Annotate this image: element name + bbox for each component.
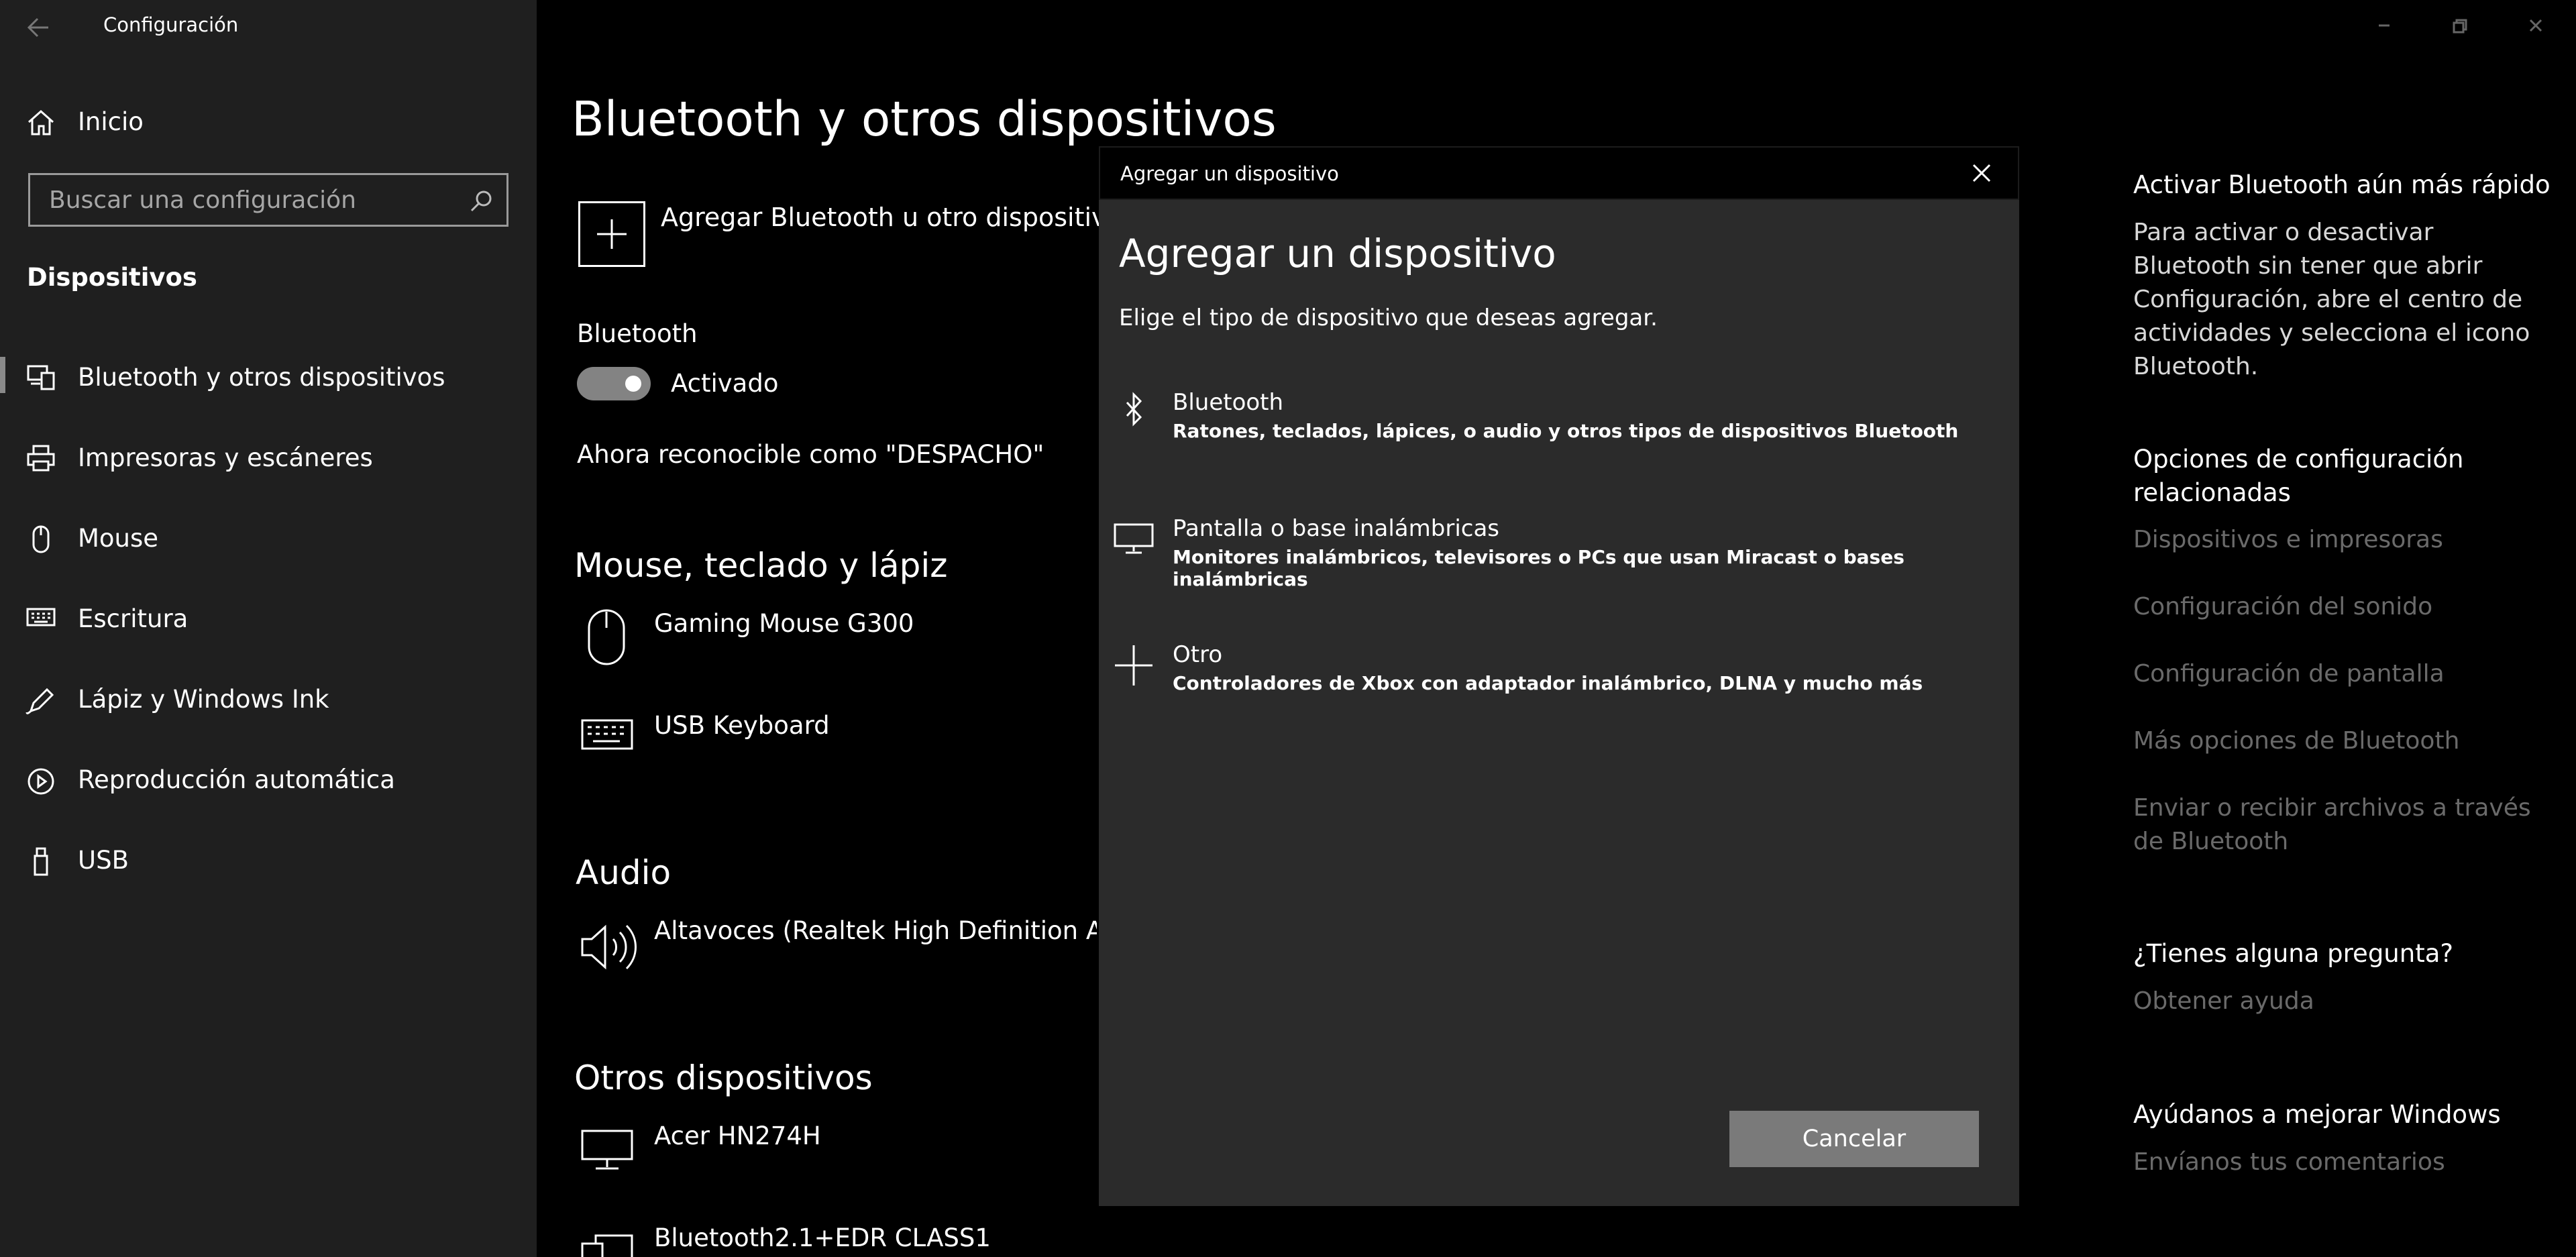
search-input[interactable]: Buscar una configuración	[28, 173, 508, 227]
bluetooth-toggle[interactable]	[577, 367, 651, 400]
section-audio-title: Audio	[576, 853, 672, 892]
option-title: Bluetooth	[1173, 389, 1284, 416]
device-acer-monitor[interactable]: Acer HN274H	[654, 1122, 821, 1150]
link-more-bluetooth[interactable]: Más opciones de Bluetooth	[2133, 724, 2459, 758]
sidebar-item-label: Reproducción automática	[78, 765, 395, 794]
link-devices-printers[interactable]: Dispositivos e impresoras	[2133, 523, 2443, 557]
add-device-label[interactable]: Agregar Bluetooth u otro dispositivo	[661, 203, 1122, 232]
option-bluetooth[interactable]: Bluetooth Ratones, teclados, lápices, o …	[1099, 389, 2019, 476]
dialog-close-button[interactable]	[1970, 161, 1994, 185]
pen-icon	[25, 686, 56, 716]
restore-icon	[2453, 19, 2467, 34]
improve-windows-title: Ayúdanos a mejorar Windows	[2133, 1100, 2501, 1129]
section-other-title: Otros dispositivos	[574, 1058, 873, 1097]
home-icon	[25, 107, 56, 138]
mouse-icon	[25, 525, 56, 555]
home-label: Inicio	[78, 107, 144, 136]
bluetooth-state: Activado	[671, 369, 779, 398]
device-usb-keyboard[interactable]: USB Keyboard	[654, 711, 830, 740]
device-bluetooth-class1[interactable]: Bluetooth2.1+EDR CLASS1	[654, 1223, 991, 1252]
section-mouse-keyboard-title: Mouse, teclado y lápiz	[574, 546, 948, 585]
back-arrow-icon	[27, 17, 48, 38]
add-device-button[interactable]	[578, 201, 645, 267]
device-speakers[interactable]: Altavoces (Realtek High Definition Audio	[654, 916, 1097, 945]
minimize-icon	[2379, 24, 2390, 27]
link-display-settings[interactable]: Configuración de pantalla	[2133, 657, 2445, 691]
speaker-icon	[580, 920, 637, 974]
link-send-receive-files[interactable]: Enviar o recibir archivos a través de Bl…	[2133, 791, 2536, 859]
usb-icon	[25, 846, 56, 877]
fast-bluetooth-title: Activar Bluetooth aún más rápido	[2133, 170, 2551, 199]
close-window-button[interactable]	[2502, 5, 2569, 46]
cancel-button[interactable]: Cancelar	[1729, 1111, 1979, 1167]
link-sound-settings[interactable]: Configuración del sonido	[2133, 590, 2432, 624]
bluetooth-icon	[1112, 389, 1155, 436]
sidebar-item-label: Escritura	[78, 604, 189, 633]
minimize-button[interactable]	[2351, 5, 2418, 46]
fast-bluetooth-text: Para activar o desactivar Bluetooth sin …	[2133, 219, 2530, 380]
option-title: Pantalla o base inalámbricas	[1173, 515, 1500, 542]
app-title: Configuración	[103, 13, 239, 36]
sidebar-item-typing[interactable]: Escritura	[0, 585, 537, 652]
related-settings-title: Opciones de configuración relacionadas	[2133, 445, 2464, 507]
option-wireless-display[interactable]: Pantalla o base inalámbricas Monitores i…	[1099, 515, 2019, 602]
search-icon[interactable]	[469, 188, 494, 214]
section-title: Dispositivos	[27, 263, 197, 292]
back-button[interactable]	[19, 11, 59, 44]
dialog-subtitle: Elige el tipo de dispositivo que deseas …	[1119, 305, 1658, 331]
add-device-dialog: Agregar un dispositivo Agregar un dispos…	[1099, 146, 2019, 1206]
sidebar-item-label: Lápiz y Windows Ink	[78, 685, 329, 714]
option-other[interactable]: Otro Controladores de Xbox con adaptador…	[1099, 641, 2019, 728]
sidebar-item-usb[interactable]: USB	[0, 826, 537, 893]
bluetooth-label: Bluetooth	[577, 319, 698, 348]
home-nav-item[interactable]: Inicio	[0, 101, 537, 144]
monitor-icon	[1112, 515, 1155, 562]
option-description: Ratones, teclados, lápices, o audio y ot…	[1173, 420, 1959, 442]
plus-icon	[597, 219, 627, 249]
question-title: ¿Tienes alguna pregunta?	[2133, 939, 2454, 968]
toggle-knob	[625, 376, 641, 392]
close-icon	[2529, 19, 2542, 32]
page-title: Bluetooth y otros dispositivos	[572, 91, 1277, 147]
sidebar-item-mouse[interactable]: Mouse	[0, 504, 537, 571]
sidebar: Configuración Inicio Buscar una configur…	[0, 0, 537, 1257]
sidebar-item-bluetooth[interactable]: Bluetooth y otros dispositivos	[0, 343, 537, 411]
bluetooth-devices-icon	[25, 364, 56, 392]
monitor-icon	[580, 1128, 635, 1171]
dialog-window-title: Agregar un dispositivo	[1120, 162, 1339, 185]
dialog-titlebar: Agregar un dispositivo	[1099, 146, 2019, 200]
discoverable-text: Ahora reconocible como "DESPACHO"	[577, 440, 1044, 469]
sidebar-item-printers[interactable]: Impresoras y escáneres	[0, 424, 537, 491]
autoplay-icon	[25, 766, 56, 797]
sidebar-item-label: Impresoras y escáneres	[78, 443, 373, 472]
sidebar-item-autoplay[interactable]: Reproducción automática	[0, 746, 537, 813]
device-gaming-mouse[interactable]: Gaming Mouse G300	[654, 609, 914, 638]
plus-icon	[1112, 641, 1155, 688]
maximize-button[interactable]	[2426, 5, 2493, 46]
option-title: Otro	[1173, 641, 1223, 668]
close-icon	[1972, 164, 1991, 182]
option-description: Monitores inalámbricos, televisores o PC…	[1173, 546, 1904, 590]
search-placeholder: Buscar una configuración	[49, 186, 356, 214]
device-generic-icon	[580, 1233, 635, 1257]
sidebar-item-label: Mouse	[78, 524, 159, 553]
link-get-help[interactable]: Obtener ayuda	[2133, 985, 2314, 1018]
printer-icon	[25, 444, 56, 472]
sidebar-item-label: Bluetooth y otros dispositivos	[78, 363, 445, 392]
sidebar-item-pen[interactable]: Lápiz y Windows Ink	[0, 665, 537, 732]
sidebar-item-label: USB	[78, 846, 129, 875]
keyboard-icon	[580, 716, 635, 753]
dialog-heading: Agregar un dispositivo	[1119, 231, 1556, 276]
keyboard-icon	[25, 605, 56, 629]
link-feedback[interactable]: Envíanos tus comentarios	[2133, 1146, 2445, 1179]
option-description: Controladores de Xbox con adaptador inal…	[1173, 672, 1923, 694]
mouse-icon	[585, 608, 629, 667]
